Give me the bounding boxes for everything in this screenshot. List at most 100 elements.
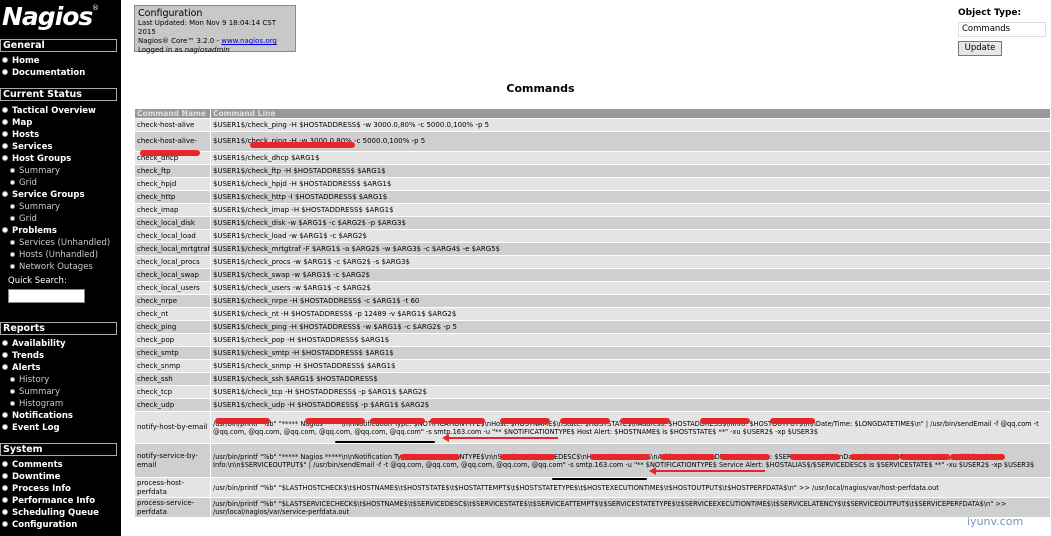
command-line: $USER1$/check_imap -H $HOSTADDRESS$ $ARG… bbox=[210, 203, 1051, 217]
command-name[interactable]: check_local_load bbox=[134, 229, 211, 243]
command-name[interactable]: check_snmp bbox=[134, 359, 211, 373]
command-line: $USER1$/check_snmp -H $HOSTADDRESS$ $ARG… bbox=[210, 359, 1051, 373]
table-row: check_ping $USER1$/check_ping -H $HOSTADD… bbox=[134, 320, 1051, 334]
sidebar-item-comments[interactable]: Comments bbox=[0, 459, 63, 471]
sidebar-item-summary[interactable]: Summary bbox=[0, 201, 60, 213]
object-type-select[interactable]: Commands bbox=[958, 22, 1046, 37]
update-button[interactable]: Update bbox=[958, 41, 1002, 56]
bullet-icon bbox=[2, 191, 8, 197]
sidebar-item-services[interactable]: Services bbox=[0, 141, 52, 153]
sidebar-item-host-groups[interactable]: Host Groups bbox=[0, 153, 71, 165]
sidebar-item-histogram[interactable]: Histogram bbox=[0, 398, 63, 410]
quick-search-input[interactable] bbox=[8, 289, 85, 303]
sidebar-item-summary[interactable]: Summary bbox=[0, 165, 60, 177]
sidebar-item-performance-info[interactable]: Performance Info bbox=[0, 495, 95, 507]
command-name[interactable]: check_http bbox=[134, 190, 211, 204]
sidebar-item-tactical-overview[interactable]: Tactical Overview bbox=[0, 105, 96, 117]
command-name[interactable]: check_local_swap bbox=[134, 268, 211, 282]
command-line: /usr/bin/printf "%b" "$LASTHOSTCHECK$\t$… bbox=[210, 477, 1051, 498]
table-row: check_snmp $USER1$/check_snmp -H $HOSTADD… bbox=[134, 359, 1051, 373]
sidebar-item-label: Downtime bbox=[12, 472, 61, 482]
sidebar-item-notifications[interactable]: Notifications bbox=[0, 410, 73, 422]
sidebar-item-label: Summary bbox=[19, 202, 61, 212]
sidebar-item-home[interactable]: Home bbox=[0, 55, 40, 67]
table-row: check_local_load $USER1$/check_load -w $A… bbox=[134, 229, 1051, 243]
redaction-mark bbox=[370, 418, 425, 424]
command-name[interactable]: check_local_mrtgtraf bbox=[134, 242, 211, 256]
sidebar-item-service-groups[interactable]: Service Groups bbox=[0, 189, 85, 201]
command-name[interactable]: check_udp bbox=[134, 398, 211, 412]
sidebar-item-process-info[interactable]: Process Info bbox=[0, 483, 71, 495]
table-row: notify-service-by-email/usr/bin/printf "… bbox=[134, 443, 1051, 478]
command-line: $USER1$/check_tcp -H $HOSTADDRESS$ -p $A… bbox=[210, 385, 1051, 399]
command-name[interactable]: notify-service-by-email bbox=[134, 443, 211, 478]
command-name[interactable]: check-host-alive bbox=[134, 118, 211, 132]
sidebar-item-alerts[interactable]: Alerts bbox=[0, 362, 41, 374]
nagios-logo[interactable]: Nagios ® bbox=[2, 2, 117, 32]
command-name[interactable]: check_smtp bbox=[134, 346, 211, 360]
sidebar-item-label: Trends bbox=[12, 351, 45, 361]
sidebar-item-grid[interactable]: Grid bbox=[0, 213, 37, 225]
sidebar-item-problems[interactable]: Problems bbox=[0, 225, 57, 237]
table-header-row: Command Name Command Line bbox=[134, 108, 1051, 119]
table-row: check_local_users $USER1$/check_users -w … bbox=[134, 281, 1051, 295]
command-line: $USER1$/check_ping -H $HOSTADDRESS$ -w 3… bbox=[210, 118, 1051, 132]
command-name[interactable]: check_local_disk bbox=[134, 216, 211, 230]
sidebar-item-documentation[interactable]: Documentation bbox=[0, 67, 85, 79]
redaction-mark bbox=[790, 454, 840, 460]
sidebar-item-label: Alerts bbox=[12, 363, 41, 373]
sidebar-item-hosts-unhandled[interactable]: Hosts (Unhandled) bbox=[0, 249, 98, 261]
sidebar-item-label: Performance Info bbox=[12, 496, 96, 506]
nagios-website-link[interactable]: www.nagios.org bbox=[221, 37, 277, 45]
sidebar-item-downtime[interactable]: Downtime bbox=[0, 471, 60, 483]
command-name[interactable]: check_ftp bbox=[134, 164, 211, 178]
sidebar-item-label: Event Log bbox=[12, 423, 60, 433]
command-line: $USER1$/check_ssh $ARG1$ $HOSTADDRESS$ bbox=[210, 372, 1051, 386]
bullet-icon bbox=[10, 401, 15, 406]
sidebar-item-summary[interactable]: Summary bbox=[0, 386, 60, 398]
sidebar-item-grid[interactable]: Grid bbox=[0, 177, 37, 189]
command-line: $USER1$/check_dhcp $ARG1$ bbox=[210, 151, 1051, 165]
command-name[interactable]: check_ssh bbox=[134, 372, 211, 386]
command-name[interactable]: process-host-perfdata bbox=[134, 477, 211, 498]
command-line: /usr/bin/printf "%b" "$LASTSERVICECHECK$… bbox=[210, 497, 1051, 518]
table-row: check_imap $USER1$/check_imap -H $HOSTADD… bbox=[134, 203, 1051, 217]
redaction-mark bbox=[430, 418, 485, 424]
sidebar-item-network-outages[interactable]: Network Outages bbox=[0, 261, 93, 273]
command-name[interactable]: process-service-perfdata bbox=[134, 497, 211, 518]
redaction-mark bbox=[900, 454, 950, 460]
sidebar-item-label: Grid bbox=[19, 214, 37, 224]
command-line: $USER1$/check_procs -w $ARG1$ -c $ARG2$ … bbox=[210, 255, 1051, 269]
command-line: $USER1$/check_smtp -H $HOSTADDRESS$ $ARG… bbox=[210, 346, 1051, 360]
command-line: $USER1$/check_ping -H $HOSTADDRESS$ -w $… bbox=[210, 320, 1051, 334]
command-name[interactable]: check_hpjd bbox=[134, 177, 211, 191]
command-name[interactable]: check_nrpe bbox=[134, 294, 211, 308]
sidebar-item-configuration[interactable]: Configuration bbox=[0, 519, 77, 531]
sidebar-item-label: Documentation bbox=[12, 68, 86, 78]
command-name[interactable]: check-host-alive- bbox=[134, 131, 211, 152]
sidebar-item-label: Configuration bbox=[12, 520, 78, 530]
command-name[interactable]: check_imap bbox=[134, 203, 211, 217]
command-name[interactable]: check_local_users bbox=[134, 281, 211, 295]
sidebar-item-hosts[interactable]: Hosts bbox=[0, 129, 39, 141]
redaction-mark bbox=[500, 454, 555, 460]
command-name[interactable]: check_pop bbox=[134, 333, 211, 347]
command-name[interactable]: notify-host-by-email bbox=[134, 411, 211, 444]
sidebar-item-trends[interactable]: Trends bbox=[0, 350, 44, 362]
sidebar-item-history[interactable]: History bbox=[0, 374, 49, 386]
sidebar-item-services-unhandled[interactable]: Services (Unhandled) bbox=[0, 237, 110, 249]
bullet-icon bbox=[10, 389, 15, 394]
command-name[interactable]: check_nt bbox=[134, 307, 211, 321]
bullet-icon bbox=[2, 119, 8, 125]
sidebar-item-scheduling-queue[interactable]: Scheduling Queue bbox=[0, 507, 99, 519]
command-name[interactable]: check_tcp bbox=[134, 385, 211, 399]
redaction-mark bbox=[560, 418, 610, 424]
command-name[interactable]: check_local_procs bbox=[134, 255, 211, 269]
sidebar-item-label: History bbox=[19, 375, 50, 385]
sidebar-item-event-log[interactable]: Event Log bbox=[0, 422, 60, 434]
bullet-icon bbox=[2, 352, 8, 358]
command-name[interactable]: check_ping bbox=[134, 320, 211, 334]
logged-in-user: nagiosadmin bbox=[184, 46, 230, 54]
sidebar-item-map[interactable]: Map bbox=[0, 117, 32, 129]
sidebar-item-availability[interactable]: Availability bbox=[0, 338, 66, 350]
